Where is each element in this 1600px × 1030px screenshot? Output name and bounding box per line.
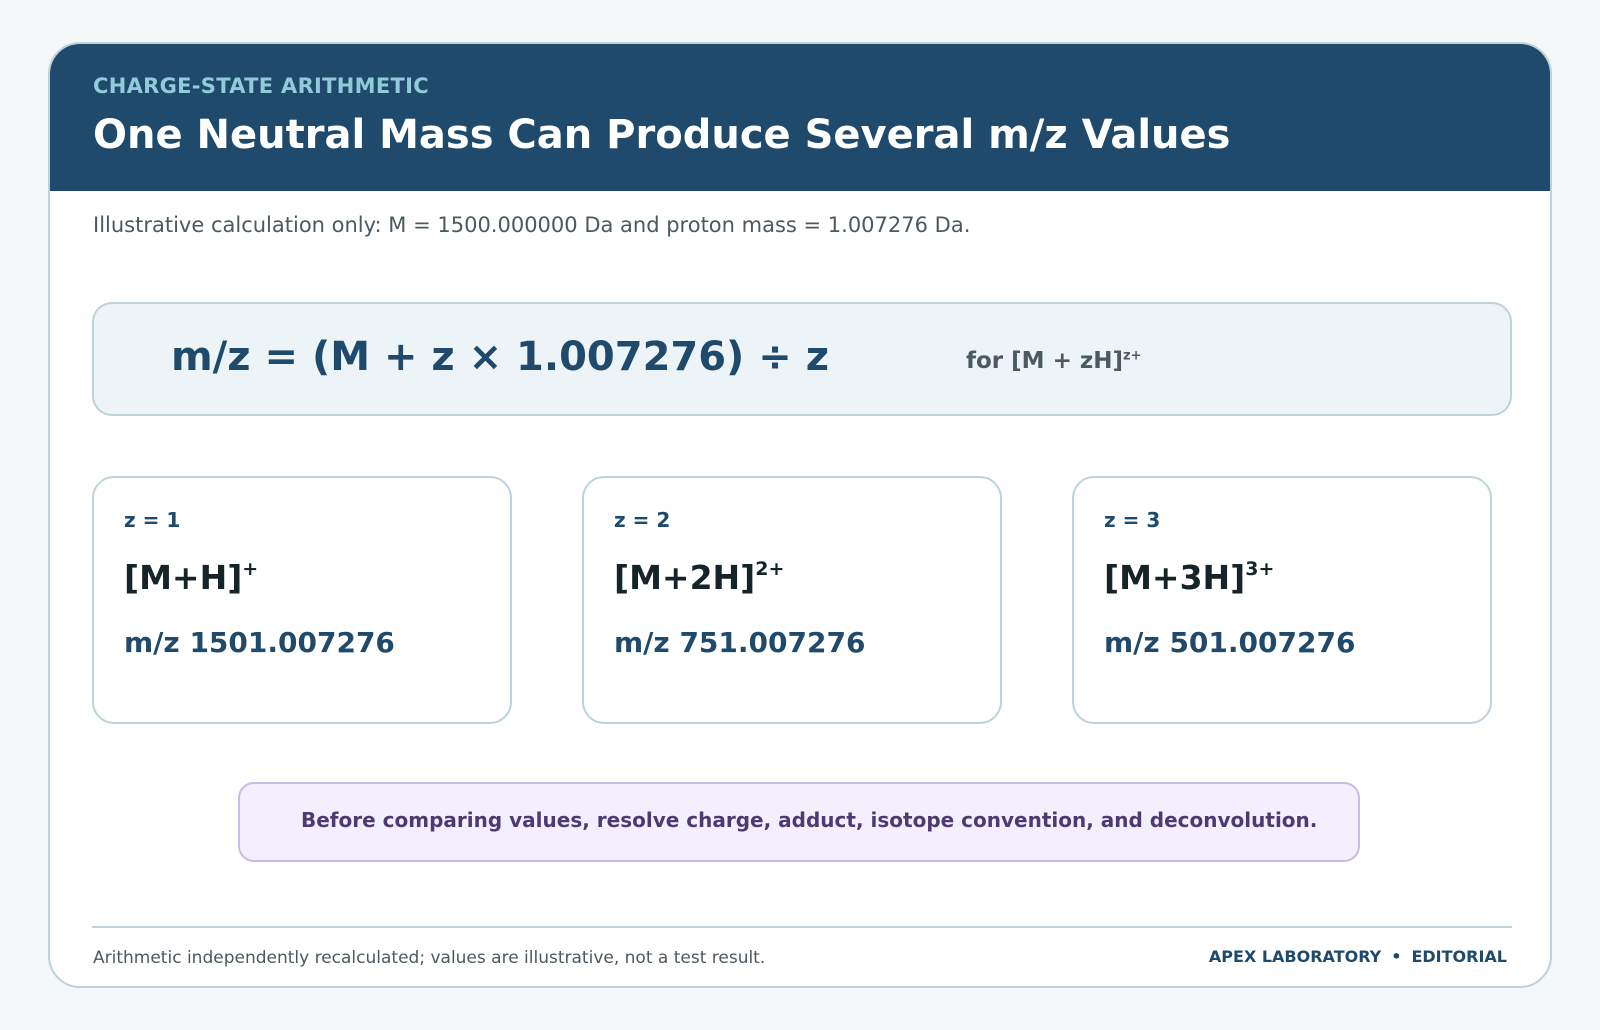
header-banner: CHARGE-STATE ARITHMETIC One Neutral Mass…: [50, 44, 1550, 191]
charge-tile-z1: z = 1 [M+H]+ m/z 1501.007276: [92, 476, 512, 724]
kicker-label: CHARGE-STATE ARITHMETIC: [93, 74, 429, 98]
footer-brand: APEX LABORATORY • EDITORIAL: [1209, 947, 1507, 966]
ion-text: [M+3H]: [1104, 558, 1246, 597]
ion-charge: +: [242, 558, 259, 580]
mz-value: m/z 1501.007276: [124, 626, 395, 659]
warning-callout: Before comparing values, resolve charge,…: [238, 782, 1360, 862]
mz-value: m/z 751.007276: [614, 626, 866, 659]
footer-divider: [92, 926, 1512, 928]
footer-separator: •: [1391, 947, 1402, 966]
info-card: CHARGE-STATE ARITHMETIC One Neutral Mass…: [48, 42, 1552, 988]
footer-note: Arithmetic independently recalculated; v…: [93, 948, 766, 968]
ion-formula: [M+H]+: [124, 558, 258, 597]
page-title: One Neutral Mass Can Produce Several m/z…: [93, 112, 1231, 158]
callout-text: Before comparing values, resolve charge,…: [301, 808, 1318, 832]
ion-charge: 2+: [755, 558, 785, 580]
formula-box: m/z = (M + z × 1.007276) ÷ z for [M + zH…: [92, 302, 1512, 416]
charge-label: z = 3: [1104, 508, 1161, 532]
charge-tile-z3: z = 3 [M+3H]3+ m/z 501.007276: [1072, 476, 1492, 724]
ion-formula: [M+2H]2+: [614, 558, 784, 597]
mz-value: m/z 501.007276: [1104, 626, 1356, 659]
ion-charge: 3+: [1245, 558, 1275, 580]
charge-tile-z2: z = 2 [M+2H]2+ m/z 751.007276: [582, 476, 1002, 724]
ion-formula: [M+3H]3+: [1104, 558, 1274, 597]
footer-org: APEX LABORATORY: [1208, 947, 1382, 966]
subtitle: Illustrative calculation only: M = 1500.…: [93, 213, 971, 237]
charge-label: z = 2: [614, 508, 671, 532]
formula-note-text: for [M + zH]: [966, 348, 1123, 374]
ion-text: [M+H]: [124, 558, 243, 597]
footer-section: EDITORIAL: [1411, 947, 1507, 966]
formula-note-superscript: z+: [1123, 348, 1142, 364]
charge-label: z = 1: [124, 508, 181, 532]
formula-note: for [M + zH]z+: [966, 348, 1141, 374]
formula-expression: m/z = (M + z × 1.007276) ÷ z: [171, 334, 829, 380]
ion-text: [M+2H]: [614, 558, 756, 597]
